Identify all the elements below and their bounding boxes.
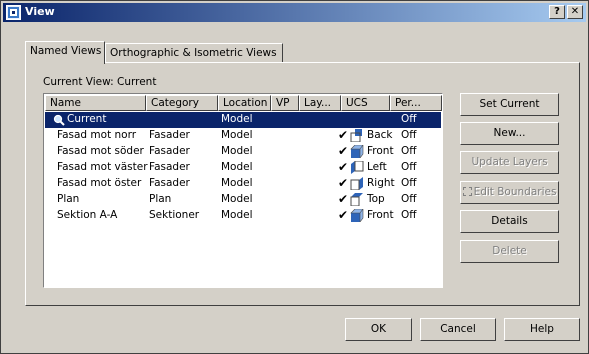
ucs-back-icon xyxy=(350,129,364,143)
row-perspective: Off xyxy=(401,193,417,205)
row-category: Fasader xyxy=(149,161,190,173)
row-ucs: Right xyxy=(367,177,395,189)
set-current-button[interactable]: Set Current xyxy=(460,93,559,116)
delete-button[interactable]: Delete xyxy=(460,240,559,263)
row-name: Fasad mot söder xyxy=(57,145,144,157)
close-icon[interactable]: ✕ xyxy=(567,5,583,19)
table-row-current[interactable]: Current Model Off xyxy=(45,112,441,128)
ok-button[interactable]: OK xyxy=(345,318,412,341)
row-ucs: Top xyxy=(367,193,385,205)
row-location: Model xyxy=(221,193,253,205)
row-location: Model xyxy=(221,129,253,141)
row-category: Fasader xyxy=(149,129,190,141)
column-category[interactable]: Category xyxy=(146,95,218,111)
row-name: Plan xyxy=(57,193,80,205)
tab-orthographic-isometric-views[interactable]: Orthographic & Isometric Views xyxy=(105,43,283,63)
current-view-caption: Current View: xyxy=(43,76,114,88)
layers-check-icon: ✔ xyxy=(338,176,349,190)
edit-boundaries-button[interactable]: Edit Boundaries xyxy=(460,181,559,204)
row-name: Fasad mot norr xyxy=(57,129,137,141)
ucs-left-icon xyxy=(350,160,364,174)
edit-boundaries-label: Edit Boundaries xyxy=(473,186,557,198)
ucs-front-icon xyxy=(350,208,364,223)
title-bar[interactable]: View ? ✕ xyxy=(3,3,586,22)
row-perspective: Off xyxy=(401,209,417,221)
ucs-front-icon xyxy=(350,144,364,159)
magnifier-icon xyxy=(53,114,65,126)
row-ucs: Left xyxy=(367,161,387,173)
list-header: Name Category Location VP Lay... UCS Per… xyxy=(45,95,442,111)
row-name: Sektion A-A xyxy=(57,209,118,221)
view-dialog: View ? ✕ Named Views Orthographic & Isom… xyxy=(0,0,589,354)
cancel-button[interactable]: Cancel xyxy=(420,318,496,341)
row-perspective: Off xyxy=(401,161,417,173)
help-button[interactable]: Help xyxy=(504,318,580,341)
row-name: Fasad mot väster xyxy=(57,161,148,173)
table-row[interactable]: Sektion A-A Sektioner Model ✔ Front Off xyxy=(45,208,441,224)
current-view-label: Current View: Current xyxy=(43,76,156,88)
row-ucs: Front xyxy=(367,209,394,221)
table-row[interactable]: Fasad mot söder Fasader Model ✔ Front Of… xyxy=(45,144,441,160)
layers-check-icon: ✔ xyxy=(338,192,349,206)
tab-named-views[interactable]: Named Views xyxy=(25,41,105,64)
ucs-top-icon xyxy=(350,193,364,207)
row-name: Fasad mot öster xyxy=(57,177,142,189)
ucs-right-icon xyxy=(350,177,364,191)
row-perspective: Off xyxy=(401,113,417,125)
table-row[interactable]: Fasad mot väster Fasader Model ✔ Left Of… xyxy=(45,160,441,176)
row-category: Plan xyxy=(149,193,172,205)
row-category: Fasader xyxy=(149,177,190,189)
row-perspective: Off xyxy=(401,145,417,157)
row-location: Model xyxy=(221,161,253,173)
layers-check-icon: ✔ xyxy=(338,208,349,222)
layers-check-icon: ✔ xyxy=(338,144,349,158)
views-list[interactable]: Name Category Location VP Lay... UCS Per… xyxy=(43,93,443,288)
layers-check-icon: ✔ xyxy=(338,128,349,142)
row-ucs: Back xyxy=(367,129,393,141)
table-row[interactable]: Plan Plan Model ✔ Top Off xyxy=(45,192,441,208)
app-icon xyxy=(6,5,21,20)
table-row[interactable]: Fasad mot öster Fasader Model ✔ Right Of… xyxy=(45,176,441,192)
row-name: Current xyxy=(67,113,107,125)
window-title: View xyxy=(25,5,55,18)
row-location: Model xyxy=(221,177,253,189)
boundary-icon xyxy=(462,187,472,196)
column-name[interactable]: Name xyxy=(45,95,146,111)
selection-arrow-icon xyxy=(45,115,50,125)
row-location: Model xyxy=(221,145,253,157)
row-location: Model xyxy=(221,113,253,125)
row-ucs: Front xyxy=(367,145,394,157)
details-button[interactable]: Details xyxy=(460,210,559,233)
table-row[interactable]: Fasad mot norr Fasader Model ✔ Back Off xyxy=(45,128,441,144)
column-perspective[interactable]: Per... xyxy=(390,95,442,111)
row-location: Model xyxy=(221,209,253,221)
new-button[interactable]: New... xyxy=(460,122,559,145)
row-perspective: Off xyxy=(401,129,417,141)
column-location[interactable]: Location xyxy=(218,95,271,111)
row-category: Sektioner xyxy=(149,209,200,221)
update-layers-button[interactable]: Update Layers xyxy=(460,151,559,174)
help-title-button[interactable]: ? xyxy=(549,5,565,19)
column-ucs[interactable]: UCS xyxy=(341,95,390,111)
row-category: Fasader xyxy=(149,145,190,157)
column-vp[interactable]: VP xyxy=(271,95,299,111)
current-view-value: Current xyxy=(117,76,157,88)
layers-check-icon: ✔ xyxy=(338,160,349,174)
column-layers[interactable]: Lay... xyxy=(299,95,341,111)
row-perspective: Off xyxy=(401,177,417,189)
